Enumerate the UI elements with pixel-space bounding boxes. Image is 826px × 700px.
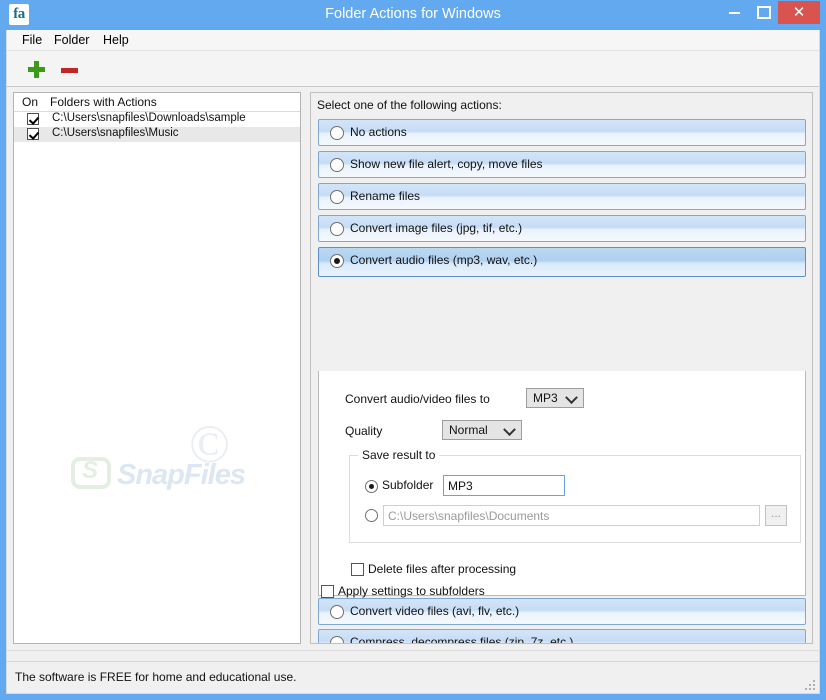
subfolder-input[interactable] [443, 475, 565, 496]
status-text: The software is FREE for home and educat… [15, 670, 297, 684]
action-option-label: Compress, decompress files (zip, 7z, etc… [350, 635, 574, 644]
action-option-label: Convert video files (avi, flv, etc.) [350, 604, 520, 618]
audio-details-panel: Convert audio/video files to MP3 Quality… [318, 371, 806, 596]
radio-icon[interactable] [330, 126, 344, 140]
quality-dropdown[interactable]: Normal [442, 420, 522, 440]
action-option-rename-files[interactable]: Rename files [318, 183, 806, 210]
custom-path-radio-icon[interactable] [365, 509, 378, 522]
table-row[interactable]: C:\Users\snapfiles\Downloads\sample [14, 112, 300, 127]
folder-list-panel: On Folders with Actions C:\Users\snapfil… [13, 92, 301, 644]
radio-icon[interactable] [330, 605, 344, 619]
radio-icon[interactable] [330, 636, 344, 643]
column-header-on: On [22, 95, 39, 109]
radio-icon[interactable] [330, 190, 344, 204]
action-option-convert-audio[interactable]: Convert audio files (mp3, wav, etc.) [318, 247, 806, 277]
quality-label: Quality [345, 424, 383, 438]
client-area: File Folder Help On Folders with Actions… [6, 30, 820, 694]
actions-panel: Select one of the following actions: No … [310, 92, 813, 644]
chevron-down-icon [503, 423, 516, 437]
application-window: fa Folder Actions for Windows ✕ File Fol… [0, 0, 826, 700]
browse-button[interactable]: ... [765, 505, 787, 526]
actions-caption: Select one of the following actions: [317, 98, 502, 112]
action-option-convert-image[interactable]: Convert image files (jpg, tif, etc.) [318, 215, 806, 242]
convert-to-label: Convert audio/video files to [345, 392, 490, 406]
delete-after-label: Delete files after processing [368, 562, 517, 576]
column-header-folders: Folders with Actions [50, 95, 157, 109]
action-option-label: Rename files [350, 189, 421, 203]
footer-divider [7, 650, 819, 651]
radio-icon[interactable] [330, 254, 344, 268]
plus-icon[interactable] [28, 61, 45, 78]
apply-subfolders-label: Apply settings to subfolders [338, 584, 485, 598]
close-button[interactable]: ✕ [778, 1, 820, 24]
row-path: C:\Users\snapfiles\Music [52, 127, 179, 139]
chevron-down-icon [565, 391, 578, 405]
window-title: Folder Actions for Windows [325, 6, 501, 22]
maximize-icon [757, 6, 771, 20]
minimize-icon [728, 12, 740, 15]
row-checkbox[interactable] [27, 113, 39, 125]
resize-grip-icon[interactable] [803, 678, 815, 690]
menu-bar: File Folder Help [7, 30, 819, 51]
row-path: C:\Users\snapfiles\Downloads\sample [52, 112, 246, 124]
snapfiles-logo-icon [71, 457, 111, 489]
watermark-text: SnapFiles [117, 459, 246, 491]
title-bar: fa Folder Actions for Windows ✕ [0, 0, 826, 30]
subfolder-label: Subfolder [382, 478, 434, 492]
radio-icon[interactable] [330, 158, 344, 172]
apply-subfolders-checkbox[interactable] [321, 585, 334, 598]
minus-icon[interactable] [61, 68, 78, 73]
menu-item-file[interactable]: File [16, 32, 48, 48]
format-dropdown[interactable]: MP3 [526, 388, 584, 408]
action-option-label: No actions [350, 125, 407, 139]
snapfiles-watermark: © SnapFiles [69, 413, 300, 503]
maximize-button[interactable] [748, 1, 780, 24]
panel-splitter[interactable] [303, 92, 309, 644]
action-option-show-new-file-alert[interactable]: Show new file alert, copy, move files [318, 151, 806, 178]
row-checkbox[interactable] [27, 128, 39, 140]
minimize-button[interactable] [718, 1, 750, 24]
menu-item-help[interactable]: Help [97, 32, 135, 48]
radio-icon[interactable] [330, 222, 344, 236]
action-option-label: Convert image files (jpg, tif, etc.) [350, 221, 523, 235]
table-row[interactable]: C:\Users\snapfiles\Music [14, 127, 300, 142]
subfolder-radio-icon[interactable] [365, 480, 378, 493]
format-value: MP3 [533, 391, 558, 405]
status-bar: The software is FREE for home and educat… [7, 661, 819, 693]
action-option-convert-video[interactable]: Convert video files (avi, flv, etc.) [318, 598, 806, 625]
save-result-title: Save result to [358, 448, 440, 462]
action-option-no-actions[interactable]: No actions [318, 119, 806, 146]
quality-value: Normal [449, 423, 488, 437]
copyright-icon: © [189, 414, 231, 474]
action-option-label: Convert audio files (mp3, wav, etc.) [350, 253, 538, 267]
delete-after-checkbox[interactable] [351, 563, 364, 576]
save-result-group: Save result to Subfolder ... [349, 448, 801, 543]
action-option-label: Show new file alert, copy, move files [350, 157, 543, 171]
toolbar [7, 51, 819, 87]
custom-path-input[interactable] [383, 505, 760, 526]
action-option-compress[interactable]: Compress, decompress files (zip, 7z, etc… [318, 629, 806, 644]
folder-list-header: On Folders with Actions [14, 93, 300, 112]
menu-item-folder[interactable]: Folder [48, 32, 95, 48]
